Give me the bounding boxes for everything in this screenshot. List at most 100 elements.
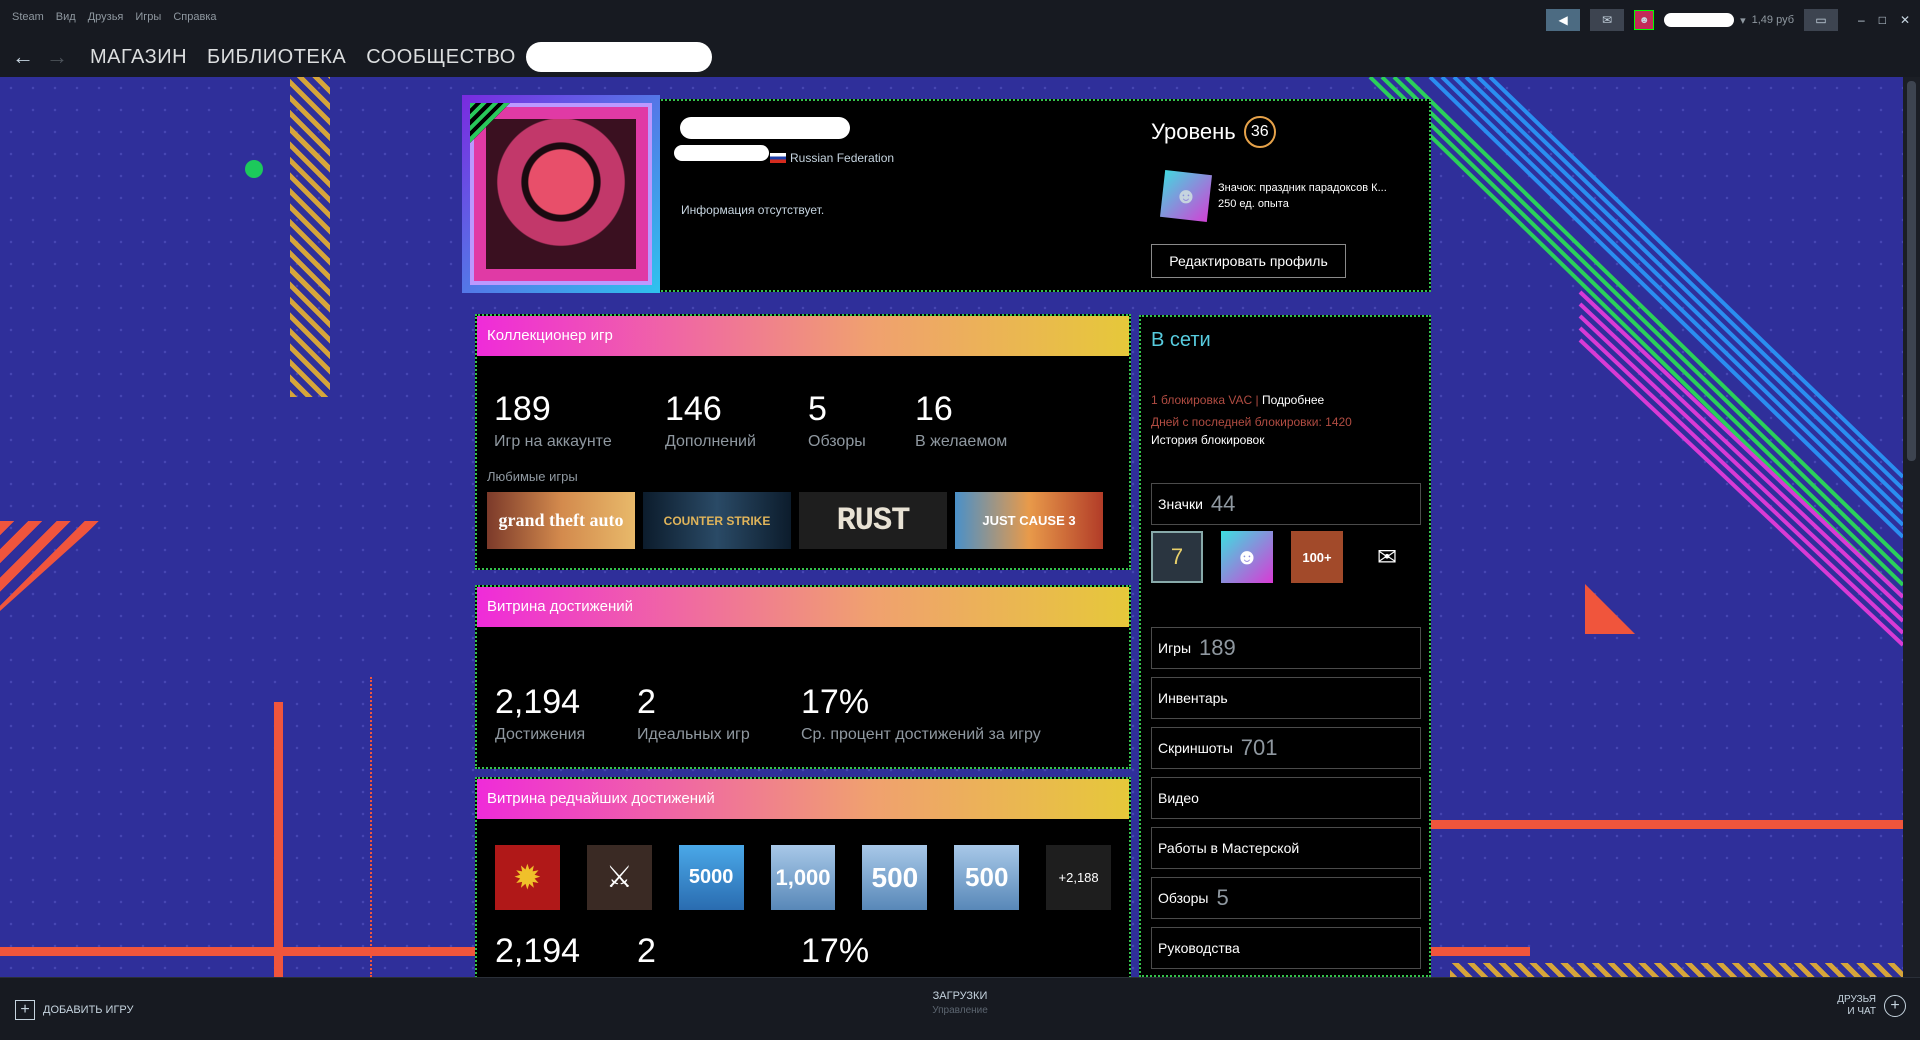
window-controls: – □ ✕ <box>1858 13 1910 27</box>
game-rust[interactable]: RUST <box>799 492 947 549</box>
achievement-ribbon-icon[interactable]: ✹ <box>495 845 560 910</box>
downloads-sublabel: Управление <box>932 1005 988 1016</box>
profile-level: Уровень 36 <box>1151 116 1276 148</box>
notifications-icon[interactable]: ✉ <box>1590 9 1625 31</box>
sidebar-item-badges[interactable]: Значки 44 <box>1151 483 1421 525</box>
sidebar-item-label: Скриншоты <box>1158 740 1233 756</box>
scrollbar-thumb[interactable] <box>1907 81 1916 461</box>
achievement-5000-icon[interactable]: 5000 <box>678 845 744 910</box>
add-game-button[interactable]: + ДОБАВИТЬ ИГРУ <box>15 1000 134 1020</box>
titlebar-right: ◀ ✉ ☻ ▾ 1,49 руб ▭ – □ ✕ <box>1546 9 1910 31</box>
stat-achievements: 2,194 <box>495 932 637 971</box>
game-collector-showcase: Коллекционер игр 189 Игр на аккаунте 146… <box>475 314 1131 570</box>
profile-avatar <box>470 103 652 285</box>
chat-label: И ЧАТ <box>1847 1006 1876 1017</box>
redacted-profile-name <box>680 117 850 139</box>
stat-label: Дополнений <box>665 433 756 450</box>
title-bar: Steam Вид Друзья Игры Справка ◀ ✉ ☻ ▾ 1,… <box>0 0 1920 37</box>
profile-background: Russian Federation Информация отсутствуе… <box>0 77 1903 977</box>
sidebar-item-label: Значки <box>1158 496 1203 512</box>
stat-reviews[interactable]: 5 Обзоры <box>808 390 915 451</box>
redacted-nav-username[interactable] <box>525 42 712 72</box>
stat-label: Ср. процент достижений за игру <box>801 726 1041 743</box>
achievement-500-icon[interactable]: 500 <box>862 845 928 910</box>
game-collector-badge-icon[interactable]: 100+ <box>1291 531 1343 583</box>
menu-friends[interactable]: Друзья <box>88 11 124 23</box>
close-icon[interactable]: ✕ <box>1900 13 1910 27</box>
friends-chat-button[interactable]: ДРУЗЬЯ И ЧАТ + <box>1837 994 1906 1018</box>
achievement-500-stars-icon[interactable]: 500 <box>954 845 1020 910</box>
mail-badge-icon[interactable]: ✉ <box>1361 531 1413 583</box>
vac-details-link[interactable]: Подробнее <box>1262 393 1324 407</box>
announcements-icon[interactable]: ◀ <box>1546 9 1581 31</box>
menu-games[interactable]: Игры <box>135 11 161 23</box>
paradox-badge-icon[interactable]: ☻ <box>1221 531 1273 583</box>
stat-avg-completion: 17% Ср. процент достижений за игру <box>801 683 1041 744</box>
favorite-badge[interactable]: ☻ Значок: праздник парадоксов К... 250 е… <box>1160 170 1387 222</box>
stat-value: 2 <box>637 683 656 721</box>
years-of-service-badge-icon[interactable]: 7 <box>1151 531 1203 583</box>
achievement-1000-icon[interactable]: 1,000 <box>770 845 836 910</box>
sidebar-item-inventory[interactable]: Инвентарь <box>1151 677 1421 719</box>
stat-value: 2 <box>637 932 656 970</box>
level-label: Уровень <box>1151 119 1236 144</box>
sidebar-item-reviews[interactable]: Обзоры 5 <box>1151 877 1421 919</box>
maximize-icon[interactable]: □ <box>1879 13 1886 27</box>
menu-steam[interactable]: Steam <box>12 11 44 23</box>
redacted-real-name <box>674 145 769 161</box>
achievement-showcase: Витрина достижений 2,194 Достижения 2 Ид… <box>475 585 1131 769</box>
profile-avatar-frame <box>462 95 660 293</box>
stat-label: Игр на аккаунте <box>494 433 612 450</box>
sidebar-item-workshop[interactable]: Работы в Мастерской <box>1151 827 1421 869</box>
forward-arrow-icon[interactable]: → <box>46 44 68 70</box>
menu-view[interactable]: Вид <box>56 11 76 23</box>
minimize-icon[interactable]: – <box>1858 13 1865 27</box>
favorite-games-list: grand theft auto COUNTER STRIKE RUST JUS… <box>477 484 1129 549</box>
sidebar-item-count: 44 <box>1210 491 1236 516</box>
dotted-line-decoration <box>370 677 372 977</box>
game-just-cause-3[interactable]: JUST CAUSE 3 <box>955 492 1103 549</box>
sidebar-item-label: Видео <box>1158 790 1199 806</box>
stat-games[interactable]: 189 Игр на аккаунте <box>494 390 665 451</box>
showcase-title: Коллекционер игр <box>477 316 1129 356</box>
stat-perfect-games: 2 Идеальных игр <box>637 683 801 744</box>
ban-history-link[interactable]: История блокировок <box>1151 433 1264 447</box>
stat-value: 2,194 <box>495 683 581 721</box>
days-since-ban: Дней с последней блокировки: 1420 <box>1151 415 1352 429</box>
add-game-label: ДОБАВИТЬ ИГРУ <box>43 1004 134 1016</box>
sidebar-item-guides[interactable]: Руководства <box>1151 927 1421 969</box>
nav-library[interactable]: БИБЛИОТЕКА <box>207 46 346 69</box>
sidebar-item-games[interactable]: Игры 189 <box>1151 627 1421 669</box>
downloads-button[interactable]: ЗАГРУЗКИ Управление <box>880 990 1040 1016</box>
nav-community[interactable]: СООБЩЕСТВО <box>366 46 516 69</box>
achievement-warrior-icon[interactable]: ⚔ <box>586 845 652 910</box>
red-line-decoration <box>274 702 283 977</box>
sidebar-item-label: Обзоры <box>1158 890 1209 906</box>
redacted-username <box>1664 13 1735 27</box>
stat-wishlist[interactable]: 16 В желаемом <box>915 390 1007 451</box>
stat-value: 189 <box>494 390 551 428</box>
edit-profile-button[interactable]: Редактировать профиль <box>1151 244 1346 278</box>
stat-label: Обзоры <box>808 433 866 450</box>
yellow-stripe-decoration <box>1450 963 1903 977</box>
sidebar-item-screenshots[interactable]: Скриншоты 701 <box>1151 727 1421 769</box>
stat-value: 16 <box>915 390 953 428</box>
green-dot-decoration <box>245 160 263 178</box>
stat-dlc[interactable]: 146 Дополнений <box>665 390 808 451</box>
page-scrollbar[interactable] <box>1903 77 1920 977</box>
account-menu[interactable]: ▾ 1,49 руб <box>1664 13 1794 27</box>
sidebar-item-videos[interactable]: Видео <box>1151 777 1421 819</box>
game-counter-strike[interactable]: COUNTER STRIKE <box>643 492 791 549</box>
stat-perfect-games: 2 <box>637 932 801 971</box>
nav-store[interactable]: МАГАЗИН <box>90 46 187 69</box>
back-arrow-icon[interactable]: ← <box>12 44 34 70</box>
more-achievements[interactable]: +2,188 <box>1046 845 1112 910</box>
user-avatar[interactable]: ☻ <box>1634 10 1655 30</box>
achievement-stats: 2,194 Достижения 2 Идеальных игр 17% Ср.… <box>477 627 1129 744</box>
stat-value: 17% <box>801 932 870 970</box>
menu-help[interactable]: Справка <box>173 11 216 23</box>
add-friend-icon: + <box>1884 995 1906 1017</box>
big-picture-icon[interactable]: ▭ <box>1804 9 1838 31</box>
sidebar-item-count: 701 <box>1240 735 1278 760</box>
game-gta-v[interactable]: grand theft auto <box>487 492 635 549</box>
